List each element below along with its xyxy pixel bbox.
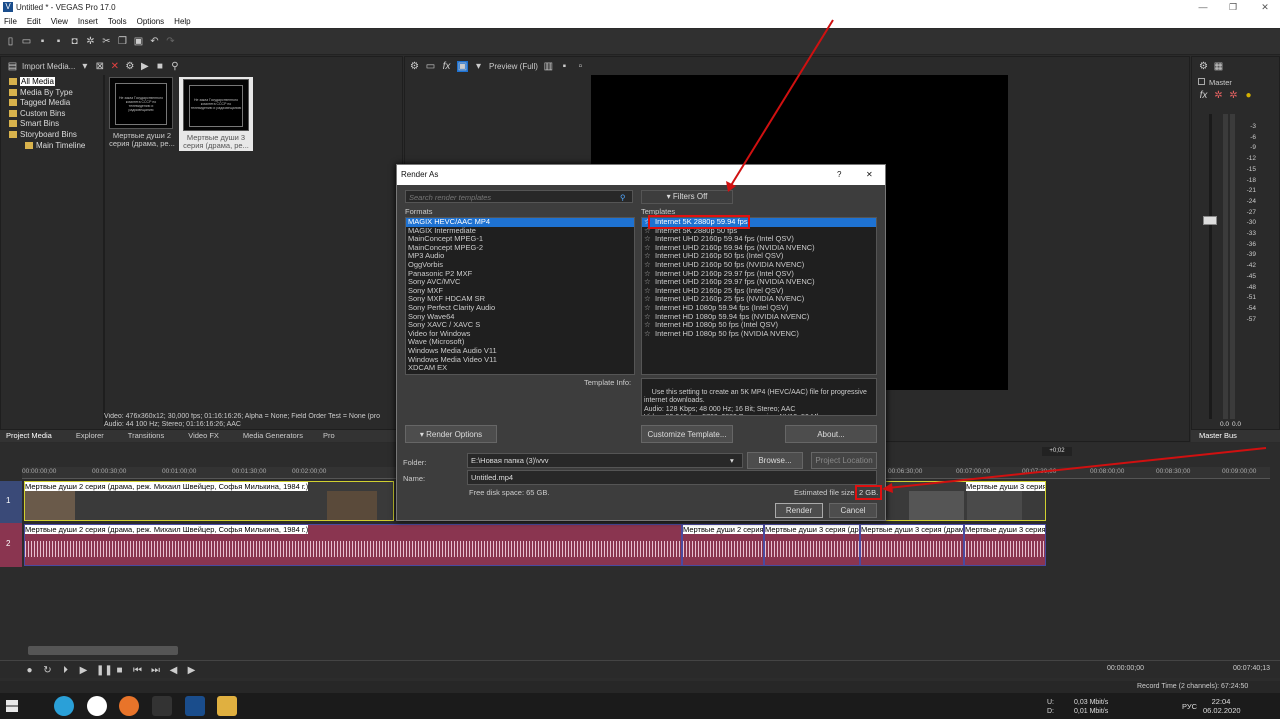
annotation-arrowhead [726, 181, 736, 192]
annotation-arrows [726, 19, 1267, 493]
annotation-arrow [887, 447, 1267, 489]
annotation-arrow [729, 19, 834, 188]
annotation-arrowhead [882, 483, 893, 493]
